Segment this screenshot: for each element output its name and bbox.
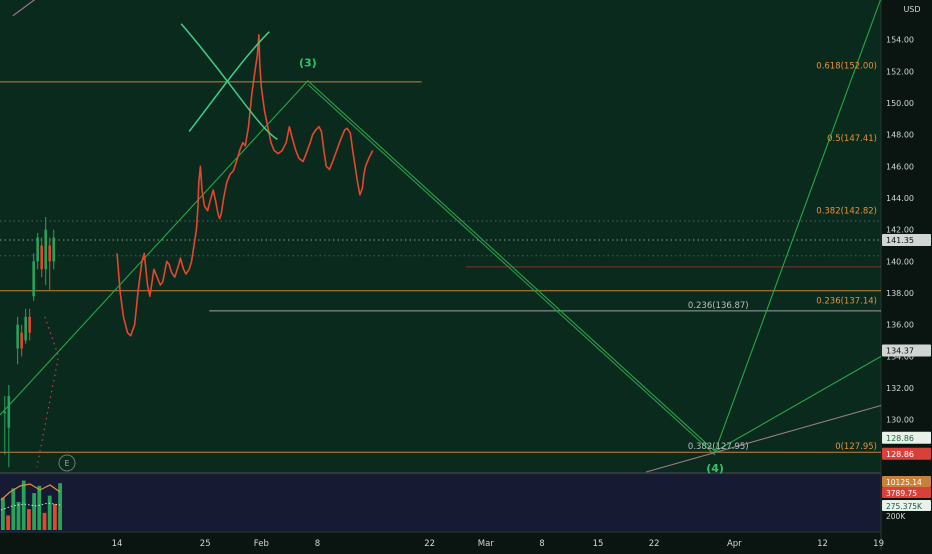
volume-bar-4 [21, 480, 26, 530]
candle-body-5 [28, 316, 31, 333]
candle-body-11 [52, 237, 55, 262]
candle-body-4 [24, 316, 27, 341]
y-tick-label-4: 138.00 [886, 289, 914, 298]
time-axis-background[interactable] [0, 532, 881, 550]
y-tick-label-11: 152.00 [886, 67, 914, 76]
x-tick-label-7: 15 [593, 539, 604, 549]
candle-body-1 [7, 395, 11, 428]
y-tick-label-1: 132.00 [886, 384, 914, 393]
event-marker-label: E [64, 459, 69, 468]
x-tick-label-3: 8 [315, 539, 320, 549]
y-tick-label-0: 130.00 [886, 416, 914, 425]
candle-body-9 [44, 229, 47, 270]
chart: 0.618(152.00) 0.5(147.41) 0.382(142.82) 0.2… [0, 0, 932, 550]
price-badge-1: 134.37 [886, 347, 914, 356]
y-tick-label-6: 142.00 [886, 226, 914, 235]
volume-bar-0 [1, 497, 5, 530]
volume-label-0: 10125.14 [886, 478, 922, 487]
candle-body-10 [48, 245, 51, 262]
fib-label-1: 0.5(147.41) [827, 134, 877, 144]
wave-label-1: (4) [706, 462, 724, 475]
x-tick-label-0: 14 [112, 539, 123, 549]
x-tick-label-2: Feb [254, 539, 269, 549]
y-tick-label-8: 146.00 [886, 162, 914, 171]
volume-bar-3 [16, 501, 21, 530]
x-tick-label-10: 12 [817, 539, 828, 549]
volume-pane-background [0, 474, 881, 532]
fib-label-4: 0(127.95) [835, 442, 877, 452]
volume-bar-9 [47, 495, 52, 530]
volume-bar-10 [53, 504, 57, 530]
x-tick-label-8: 22 [649, 539, 660, 549]
y-tick-label-12: 154.00 [886, 36, 914, 45]
volume-bar-8 [42, 512, 47, 530]
plot-area-background [0, 0, 881, 472]
fib-label-2: 0.382(142.82) [816, 207, 877, 217]
y-tick-label-7: 144.00 [886, 194, 914, 203]
currency-label: USD [903, 5, 920, 14]
wave-label-0: (3) [299, 57, 317, 70]
candle-body-2 [16, 324, 19, 349]
volume-label-1: 3789.75 [886, 489, 917, 498]
x-tick-label-11: 19 [873, 539, 884, 549]
volume-label-2: 275.375K [886, 502, 923, 511]
candle-body-0 [3, 411, 7, 414]
wave-fib-label-0: 0.236(136.87) [688, 301, 749, 311]
x-tick-label-5: Mar [478, 539, 495, 549]
y-tick-label-3: 136.00 [886, 321, 914, 330]
x-tick-label-4: 22 [424, 539, 435, 549]
y-tick-label-10: 150.00 [886, 99, 914, 108]
y-tick-label-9: 148.00 [886, 131, 914, 140]
price-badge-3: 128.86 [886, 450, 914, 459]
volume-bar-7 [37, 485, 42, 530]
price-badge-2: 128.86 [886, 434, 914, 443]
candle-body-6 [32, 261, 35, 297]
volume-bar-11 [58, 483, 62, 530]
chart-svg: 0.618(152.00) 0.5(147.41) 0.382(142.82) 0.2… [0, 0, 932, 550]
volume-label-3: 200K [886, 512, 906, 521]
volume-bar-5 [27, 509, 31, 530]
volume-bar-1 [6, 515, 10, 530]
fib-label-0: 0.618(152.00) [816, 61, 877, 71]
x-tick-label-6: 8 [539, 539, 544, 549]
candle-body-7 [36, 237, 39, 262]
price-badge-0: 141.35 [886, 236, 914, 245]
wave-fib-label-1: 0.382(127.95) [688, 442, 749, 452]
y-tick-label-5: 140.00 [886, 257, 914, 266]
volume-bar-2 [11, 488, 16, 530]
x-tick-label-1: 25 [200, 539, 211, 549]
volume-bar-6 [32, 493, 36, 530]
x-tick-label-9: Apr [727, 539, 742, 549]
candle-body-3 [20, 332, 23, 349]
fib-label-3: 0.236(137.14) [816, 297, 877, 307]
candle-body-8 [40, 245, 43, 270]
price-axis-background[interactable] [881, 0, 932, 550]
